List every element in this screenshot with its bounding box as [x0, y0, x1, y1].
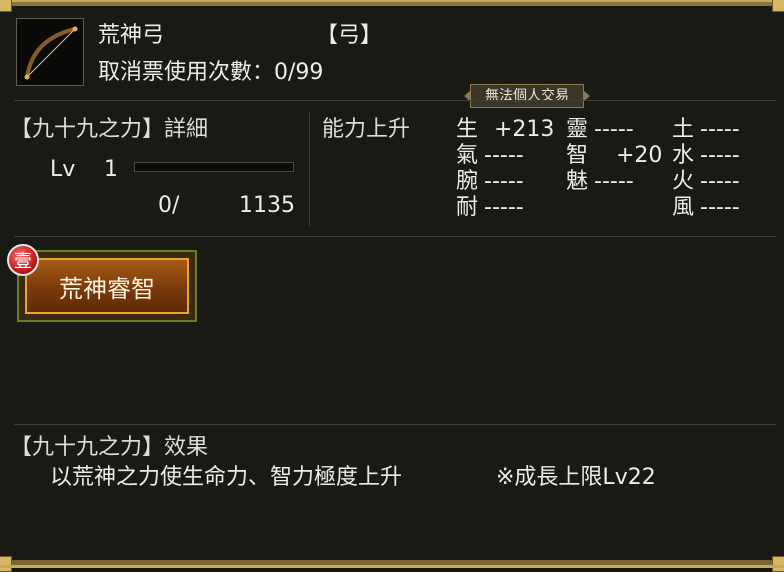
stat-charm-label: 魅: [566, 169, 589, 194]
frame-corner-tr: [772, 0, 784, 12]
stat-earth-label: 土: [672, 117, 695, 142]
stat-water-label: 水: [672, 143, 695, 168]
exp-progress-bar: [134, 162, 294, 172]
stat-life-label: 生: [456, 117, 479, 142]
stat-wind-value: -----: [700, 195, 740, 220]
stat-ki-label: 氣: [456, 143, 479, 168]
exp-current: 0/: [158, 193, 180, 218]
stat-fire-value: -----: [700, 169, 740, 194]
stat-spirit-value: -----: [594, 117, 634, 142]
effect-description: 以荒神之力使生命力、智力極度上升: [50, 465, 403, 490]
skill-button[interactable]: 荒神睿智: [17, 250, 197, 322]
stat-fire-label: 火: [672, 169, 695, 194]
stat-wisdom-value: +20: [616, 143, 663, 168]
frame-corner-bl: [0, 556, 12, 572]
stat-wisdom-label: 智: [566, 143, 589, 168]
stat-arm-label: 腕: [456, 169, 479, 194]
detail-title: 【九十九之力】詳細: [10, 117, 209, 142]
number-badge-icon: 壹: [7, 244, 39, 276]
stat-endurance-value: -----: [484, 195, 524, 220]
frame-corner-br: [772, 556, 784, 572]
stat-earth-value: -----: [700, 117, 740, 142]
item-icon-slot: [16, 18, 84, 86]
level-value: 1: [104, 157, 118, 182]
stat-wind-label: 風: [672, 195, 695, 220]
item-name: 荒神弓: [98, 23, 165, 48]
divider-bottom: [14, 424, 776, 425]
stat-charm-value: -----: [594, 169, 634, 194]
divider-middle: [14, 236, 776, 237]
stat-spirit-label: 靈: [566, 117, 589, 142]
skill-button-face: 荒神睿智: [25, 258, 189, 314]
frame-corner-tl: [0, 0, 12, 12]
effect-title: 【九十九之力】效果: [10, 435, 209, 460]
cancel-ticket-uses: 取消票使用次數：0/99: [98, 60, 324, 85]
stat-life-value: +213: [494, 117, 555, 142]
ability-increase-label: 能力上升: [322, 117, 411, 142]
divider-vertical: [309, 112, 310, 226]
divider-top: [14, 100, 776, 101]
bow-icon: [24, 26, 78, 80]
level-label: Lv: [50, 157, 76, 182]
stat-endurance-label: 耐: [456, 195, 479, 220]
trade-restriction-badge: 無法個人交易: [464, 84, 590, 108]
effect-growth-limit: ※成長上限Lv22: [496, 465, 656, 490]
stat-water-value: -----: [700, 143, 740, 168]
skill-button-label: 荒神睿智: [59, 274, 155, 303]
item-type-tag: 【弓】: [316, 23, 383, 48]
exp-max: 1135: [239, 193, 295, 218]
stat-arm-value: -----: [484, 169, 524, 194]
stat-ki-value: -----: [484, 143, 524, 168]
